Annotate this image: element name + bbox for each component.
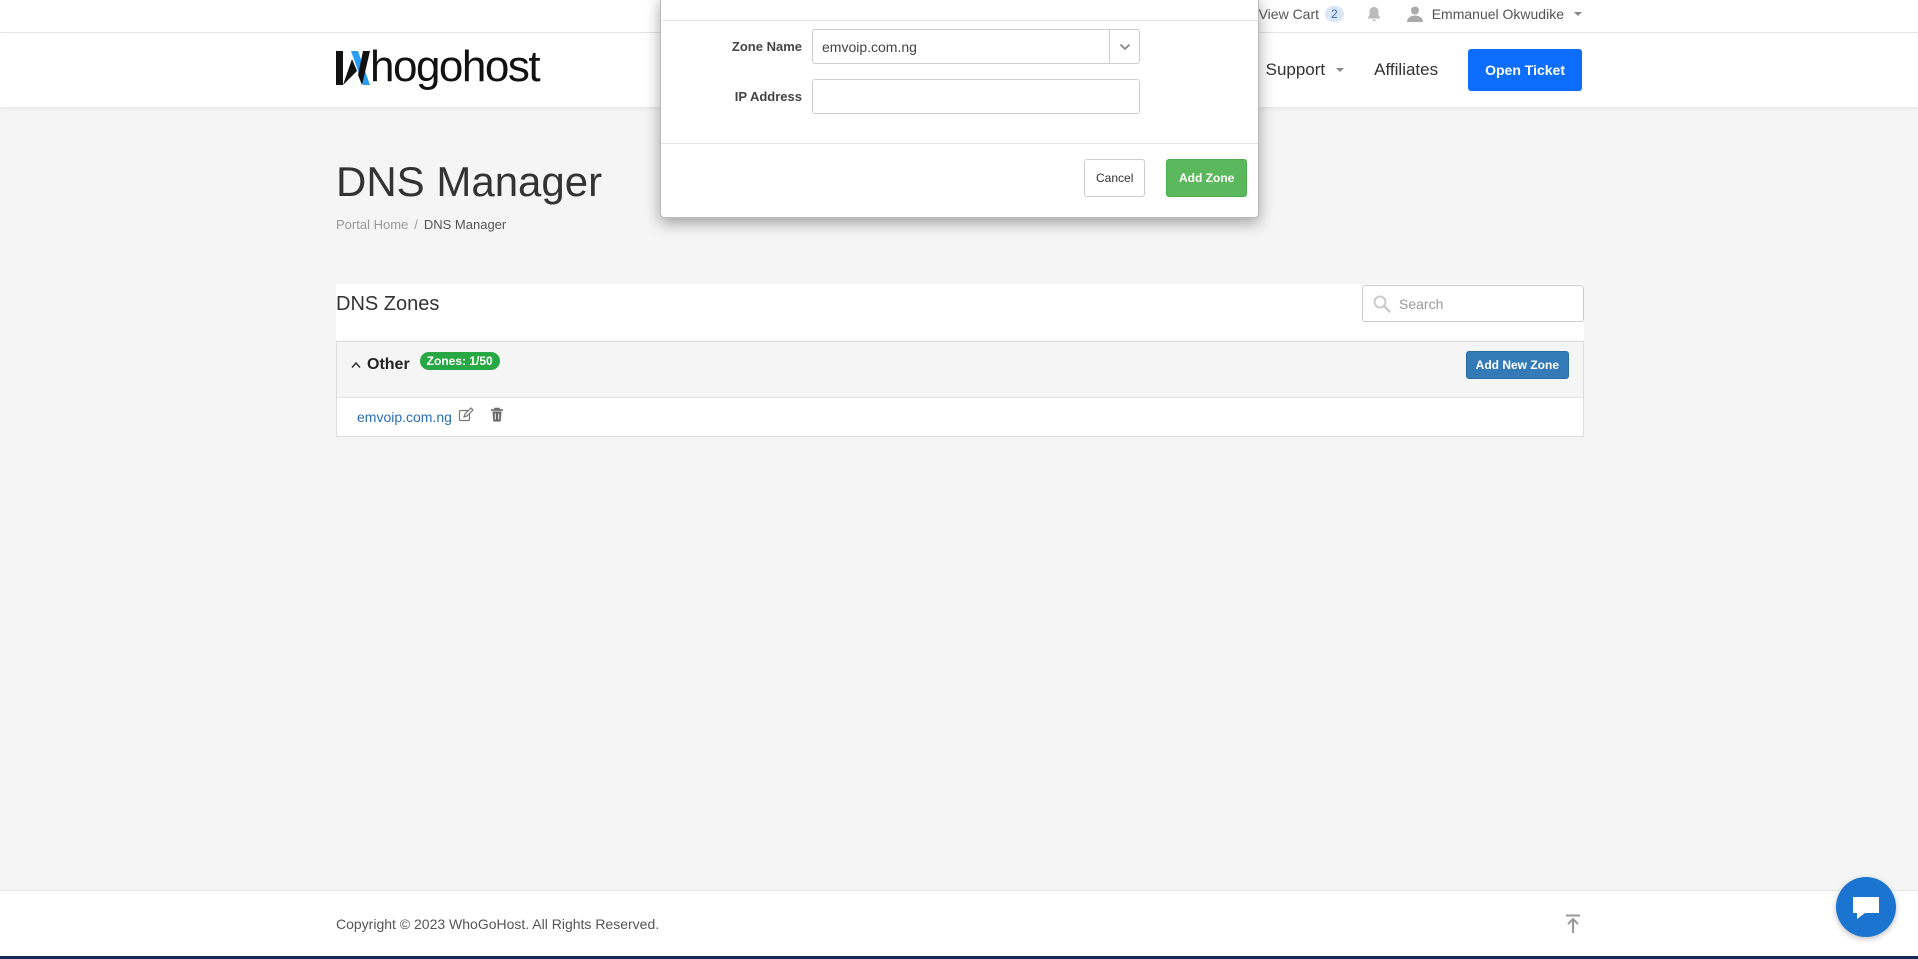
- topbar-actions: View Cart 2 Emmanuel Okwudike: [1259, 0, 1582, 28]
- chevron-down-icon: [1336, 68, 1345, 72]
- zone-link[interactable]: emvoip.com.ng: [357, 409, 452, 425]
- chevron-down-icon[interactable]: [1109, 30, 1139, 63]
- live-chat-button[interactable]: [1836, 877, 1896, 937]
- modal-header: [661, 0, 1258, 21]
- chat-bubble-icon: [1853, 897, 1879, 919]
- breadcrumb-current: DNS Manager: [423, 217, 507, 232]
- breadcrumb-separator: /: [414, 217, 418, 232]
- dns-zones-title: DNS Zones: [336, 293, 440, 315]
- edit-icon[interactable]: [458, 406, 474, 428]
- add-zone-button[interactable]: Add Zone: [1166, 159, 1248, 197]
- view-cart-label: View Cart: [1258, 6, 1320, 22]
- user-name: Emmanuel Okwudike: [1431, 6, 1564, 22]
- logo-text: hogohost: [370, 42, 541, 91]
- dns-zones-header: DNS Zones: [336, 284, 1584, 340]
- zone-group-name: Other: [367, 356, 410, 373]
- zone-name-label: Zone Name: [731, 39, 802, 54]
- back-to-top-icon[interactable]: [1565, 914, 1581, 939]
- cart-count-badge: 2: [1325, 6, 1344, 22]
- nav-affiliates[interactable]: Affiliates: [1374, 60, 1438, 80]
- main-nav: Support Affiliates Open Ticket: [1266, 49, 1582, 91]
- list-item: emvoip.com.ng: [337, 398, 1583, 436]
- user-icon: [1406, 6, 1423, 22]
- ip-address-row: IP Address: [661, 79, 1140, 114]
- copyright-text: Copyright © 2023 WhoGoHost. All Rights R…: [336, 916, 660, 932]
- trash-icon[interactable]: [490, 407, 504, 428]
- notifications-bell-icon[interactable]: [1366, 6, 1382, 23]
- search-box[interactable]: [1362, 285, 1584, 322]
- nav-support[interactable]: Support: [1266, 60, 1345, 80]
- search-icon: [1373, 295, 1391, 313]
- user-menu[interactable]: Emmanuel Okwudike: [1406, 5, 1582, 23]
- zone-group-panel: Other Zones: 1/50 Add New Zone emvoip.co…: [336, 341, 1584, 437]
- cancel-button[interactable]: Cancel: [1084, 159, 1146, 197]
- add-new-zone-button[interactable]: Add New Zone: [1465, 351, 1569, 379]
- chevron-up-icon: [351, 361, 361, 368]
- nav-affiliates-label: Affiliates: [1374, 60, 1439, 79]
- ip-address-input[interactable]: [812, 79, 1140, 114]
- logo-w-mark-icon: [336, 51, 370, 85]
- chevron-down-icon: [1574, 12, 1582, 16]
- zone-name-select[interactable]: emvoip.com.ng: [812, 29, 1140, 64]
- zone-group-header: Other Zones: 1/50 Add New Zone: [337, 342, 1583, 398]
- nav-support-label: Support: [1265, 60, 1326, 79]
- zones-count-badge: Zones: 1/50: [419, 352, 500, 370]
- page-footer: Copyright © 2023 WhoGoHost. All Rights R…: [0, 890, 1918, 959]
- breadcrumb-home-link[interactable]: Portal Home: [336, 217, 408, 232]
- add-zone-modal: Zone Name emvoip.com.ng IP Address Cance…: [660, 0, 1259, 218]
- modal-footer: Cancel Add Zone: [661, 143, 1258, 217]
- zone-name-selected-value: emvoip.com.ng: [822, 38, 917, 55]
- page-title: DNS Manager: [336, 158, 603, 205]
- zone-group-toggle[interactable]: Other Zones: 1/50: [351, 352, 500, 374]
- whogohost-logo[interactable]: hogohost: [336, 42, 541, 91]
- view-cart-link[interactable]: View Cart 2: [1259, 6, 1344, 22]
- ip-address-label: IP Address: [734, 89, 802, 104]
- open-ticket-button[interactable]: Open Ticket: [1468, 49, 1582, 91]
- zone-name-row: Zone Name emvoip.com.ng: [661, 29, 1140, 64]
- breadcrumb: Portal Home / DNS Manager: [336, 217, 506, 232]
- search-input[interactable]: [1399, 295, 1569, 312]
